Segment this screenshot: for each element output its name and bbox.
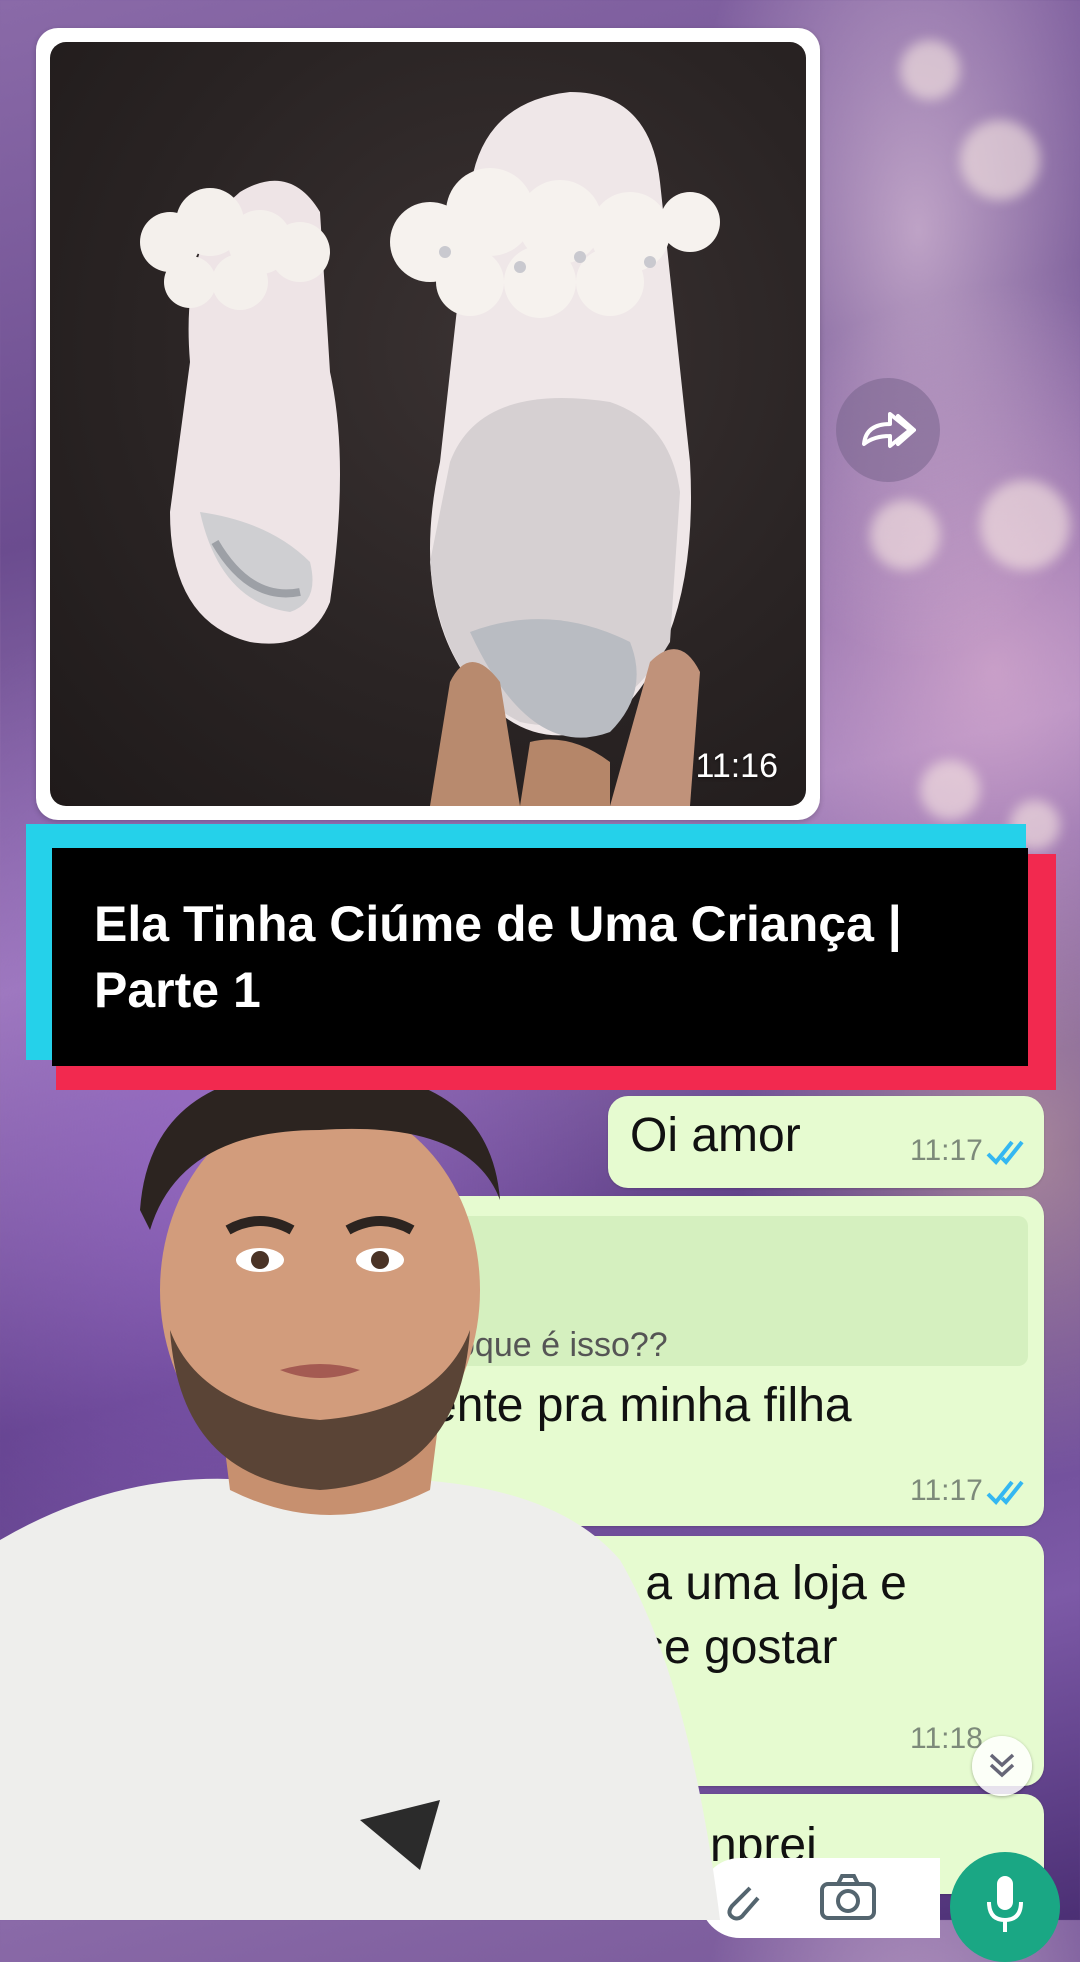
forward-icon — [862, 412, 916, 448]
forward-button[interactable] — [836, 378, 940, 482]
shoe-left-image — [140, 92, 720, 806]
background-bokeh — [900, 40, 960, 100]
background-bokeh — [920, 760, 980, 820]
mic-icon — [987, 1876, 1023, 1932]
message-timestamp: 11:17 — [910, 1474, 983, 1507]
banner-box: Ela Tinha Ciúme de Uma Criança | Parte 1 — [52, 848, 1028, 1066]
chevron-double-down-icon — [989, 1753, 1015, 1778]
background-bokeh — [980, 480, 1070, 570]
image-message-bubble[interactable]: 11:16 — [36, 28, 820, 820]
background-bokeh — [960, 120, 1040, 200]
shoe-photo[interactable]: 11:16 — [50, 42, 806, 806]
message-timestamp: 11:18 — [910, 1722, 983, 1755]
mic-button[interactable] — [950, 1852, 1060, 1962]
video-title: Ela Tinha Ciúme de Uma Criança | Parte 1 — [94, 896, 902, 1018]
video-title-banner: Ela Tinha Ciúme de Uma Criança | Parte 1 — [26, 824, 1056, 1094]
camera-icon[interactable] — [818, 1872, 878, 1922]
background-bokeh — [870, 500, 940, 570]
scroll-to-bottom-button[interactable] — [972, 1736, 1032, 1796]
message-timestamp: 11:17 — [910, 1134, 983, 1167]
image-timestamp: 11:16 — [695, 747, 778, 785]
double-check-icon — [986, 1140, 1024, 1165]
presenter-video-overlay — [0, 1080, 720, 1920]
double-check-icon — [986, 1480, 1024, 1505]
